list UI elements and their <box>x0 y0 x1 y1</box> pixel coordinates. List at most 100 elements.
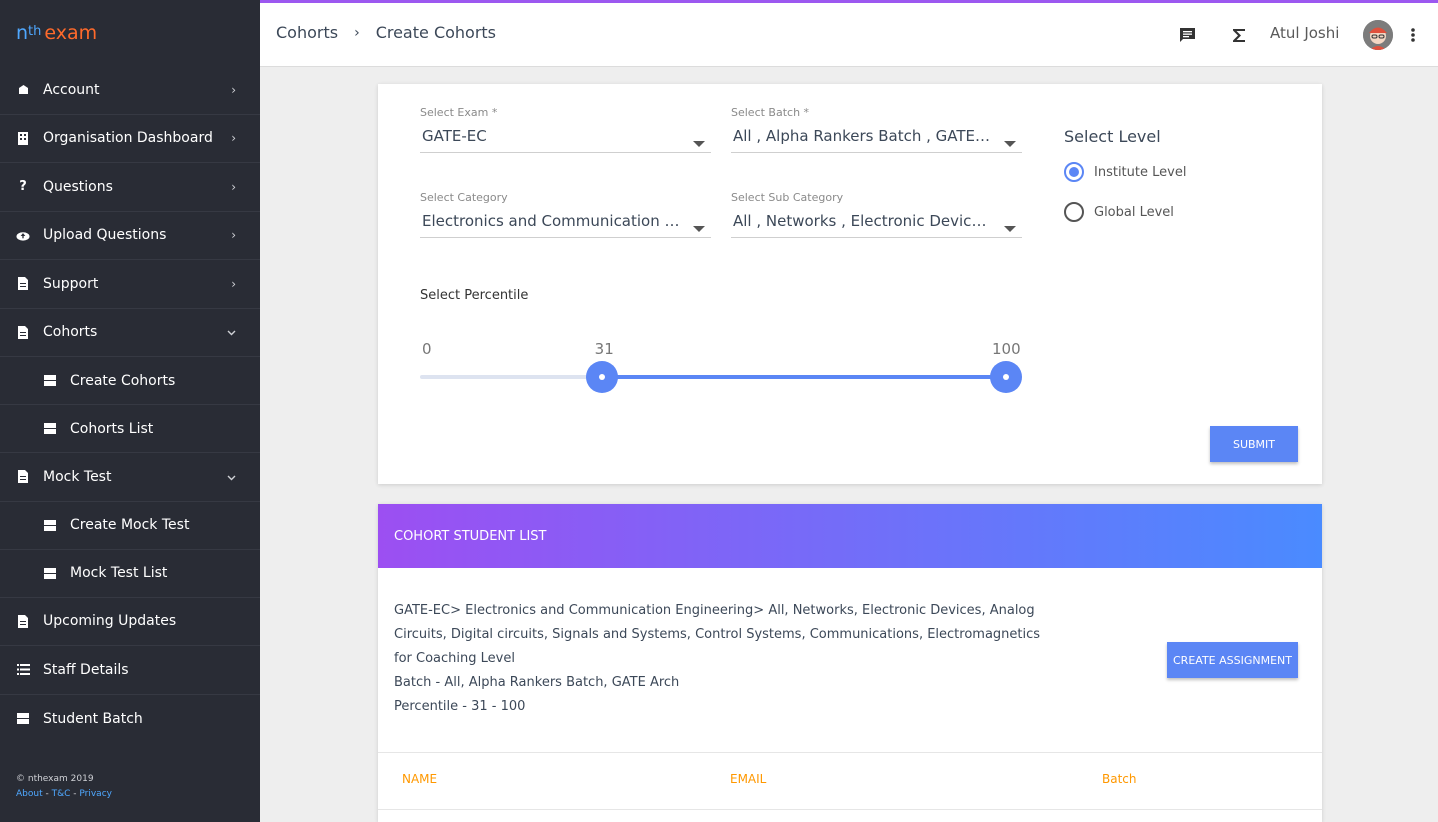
sidebar-item-label: Cohorts <box>43 324 98 341</box>
chevron-down-icon <box>227 470 236 484</box>
sigma-icon[interactable] <box>1230 26 1248 44</box>
breadcrumb-separator: › <box>354 24 360 41</box>
percentile-slider-range <box>601 375 1006 379</box>
submit-button[interactable]: SUBMIT <box>1210 426 1298 462</box>
select-category-value[interactable]: Electronics and Communication Engineerin… <box>420 212 711 238</box>
cohort-summary-path: GATE-EC> Electronics and Communication E… <box>394 603 1041 666</box>
account-icon <box>16 83 30 97</box>
copyright-text: © nthexam 2019 <box>16 774 94 784</box>
sidebar-item-label: Account <box>43 81 100 98</box>
top-bar: Cohorts › Create Cohorts Atul Joshi <box>260 0 1438 67</box>
cloud-upload-icon <box>16 228 30 242</box>
sidebar-item-organisation-dashboard[interactable]: Organisation Dashboard › <box>0 115 260 163</box>
user-name[interactable]: Atul Joshi <box>1270 24 1339 42</box>
radio-unchecked-icon[interactable] <box>1064 202 1084 222</box>
create-assignment-button[interactable]: CREATE ASSIGNMENT <box>1167 642 1298 678</box>
sidebar-footer: © nthexam 2019 About - T&C - Privacy <box>16 772 112 802</box>
sidebar-item-label: Mock Test List <box>70 565 168 581</box>
slider-high-value-label: 100 <box>992 340 1021 358</box>
column-header-name[interactable]: NAME <box>402 772 437 786</box>
brand-logo[interactable]: n th exam <box>0 0 260 66</box>
sidebar-item-label: Mock Test <box>43 468 112 485</box>
sidebar-item-create-cohorts[interactable]: Create Cohorts <box>0 357 260 405</box>
sidebar-item-support[interactable]: Support › <box>0 260 260 309</box>
select-exam-value[interactable]: GATE-EC <box>420 127 711 153</box>
sidebar-item-mock-test-list[interactable]: Mock Test List <box>0 550 260 598</box>
cohort-student-list-card: COHORT STUDENT LIST GATE-EC> Electronics… <box>378 504 1322 822</box>
chevron-right-icon: › <box>231 276 236 291</box>
select-sub-category[interactable]: Select Sub Category All , Networks , Ele… <box>731 191 1022 238</box>
breadcrumb-cohorts[interactable]: Cohorts <box>276 23 338 42</box>
sidebar-item-label: Upload Questions <box>43 227 167 244</box>
sidebar-item-cohorts[interactable]: Cohorts <box>0 309 260 357</box>
building-icon <box>16 131 30 145</box>
sidebar-item-label: Student Batch <box>43 710 143 727</box>
chevron-right-icon: › <box>231 82 236 97</box>
dropdown-arrow-icon[interactable] <box>1004 226 1016 232</box>
logo-n: n <box>16 22 29 44</box>
list-icon <box>16 663 30 677</box>
sidebar: n th exam Account › Organisation Dashboard… <box>0 0 260 822</box>
sidebar-item-upload-questions[interactable]: Upload Questions › <box>0 212 260 260</box>
chevron-right-icon: › <box>231 179 236 194</box>
table-icon <box>16 712 30 726</box>
radio-checked-icon[interactable] <box>1064 162 1084 182</box>
document-icon <box>16 325 30 339</box>
percentile-slider-high-handle[interactable] <box>990 361 1022 393</box>
slider-low-value-label: 31 <box>594 340 614 358</box>
radio-global-level[interactable]: Global Level <box>1064 202 1174 222</box>
chevron-right-icon: › <box>231 131 236 146</box>
logo-exam: exam <box>44 22 98 44</box>
cohort-summary: GATE-EC> Electronics and Communication E… <box>394 599 1044 719</box>
table-icon <box>44 375 56 387</box>
radio-institute-level[interactable]: Institute Level <box>1064 162 1186 182</box>
sidebar-item-label: Organisation Dashboard <box>43 130 213 147</box>
table-icon <box>44 519 56 531</box>
column-header-batch[interactable]: Batch <box>1102 772 1137 786</box>
cohort-summary-batch: Batch - All, Alpha Rankers Batch, GATE A… <box>394 675 680 690</box>
sidebar-item-create-mock-test[interactable]: Create Mock Test <box>0 502 260 550</box>
select-sub-category-label: Select Sub Category <box>731 191 844 204</box>
select-batch-value[interactable]: All , Alpha Rankers Batch , GATE Arch <box>731 127 1022 153</box>
sidebar-item-label: Cohorts List <box>70 420 154 437</box>
sidebar-item-staff-details[interactable]: Staff Details <box>0 646 260 695</box>
breadcrumb-create-cohorts: Create Cohorts <box>375 23 497 42</box>
column-header-email[interactable]: EMAIL <box>730 772 766 786</box>
divider <box>378 809 1322 810</box>
sidebar-item-student-batch[interactable]: Student Batch <box>0 695 260 744</box>
radio-label: Global Level <box>1094 204 1174 220</box>
sidebar-item-mock-test[interactable]: Mock Test <box>0 453 260 502</box>
sidebar-item-questions[interactable]: ? Questions › <box>0 163 260 212</box>
table-icon <box>44 567 56 579</box>
sidebar-item-label: Questions <box>43 178 113 195</box>
sidebar-item-account[interactable]: Account › <box>0 66 260 115</box>
select-level-title: Select Level <box>1064 127 1161 146</box>
question-icon: ? <box>19 179 27 195</box>
chat-icon[interactable] <box>1178 26 1196 44</box>
document-icon <box>16 277 30 291</box>
dropdown-arrow-icon[interactable] <box>693 141 705 147</box>
table-icon <box>44 423 56 435</box>
about-link[interactable]: About <box>16 789 43 799</box>
avatar[interactable] <box>1363 20 1393 50</box>
select-batch[interactable]: Select Batch * All , Alpha Rankers Batch… <box>731 106 1022 153</box>
radio-label: Institute Level <box>1094 164 1187 180</box>
tc-link[interactable]: T&C <box>52 789 71 799</box>
select-exam[interactable]: Select Exam * GATE-EC <box>420 106 711 153</box>
cohort-list-title: COHORT STUDENT LIST <box>378 504 1322 568</box>
select-sub-category-value[interactable]: All , Networks , Electronic Devices , An… <box>731 212 1022 238</box>
create-cohort-form-card: Select Exam * GATE-EC Select Batch * All… <box>378 84 1322 484</box>
percentile-slider-low-handle[interactable] <box>585 361 618 393</box>
divider <box>378 752 1322 753</box>
more-vert-icon[interactable] <box>1408 26 1418 44</box>
sidebar-item-cohorts-list[interactable]: Cohorts List <box>0 405 260 453</box>
sidebar-item-label: Staff Details <box>43 661 129 678</box>
footer-separator: - <box>42 789 52 799</box>
select-category[interactable]: Select Category Electronics and Communic… <box>420 191 711 238</box>
dropdown-arrow-icon[interactable] <box>1004 141 1016 147</box>
document-icon <box>16 614 30 628</box>
dropdown-arrow-icon[interactable] <box>693 226 705 232</box>
privacy-link[interactable]: Privacy <box>79 789 112 799</box>
sidebar-item-upcoming-updates[interactable]: Upcoming Updates <box>0 598 260 646</box>
sidebar-item-label: Support <box>43 275 99 292</box>
